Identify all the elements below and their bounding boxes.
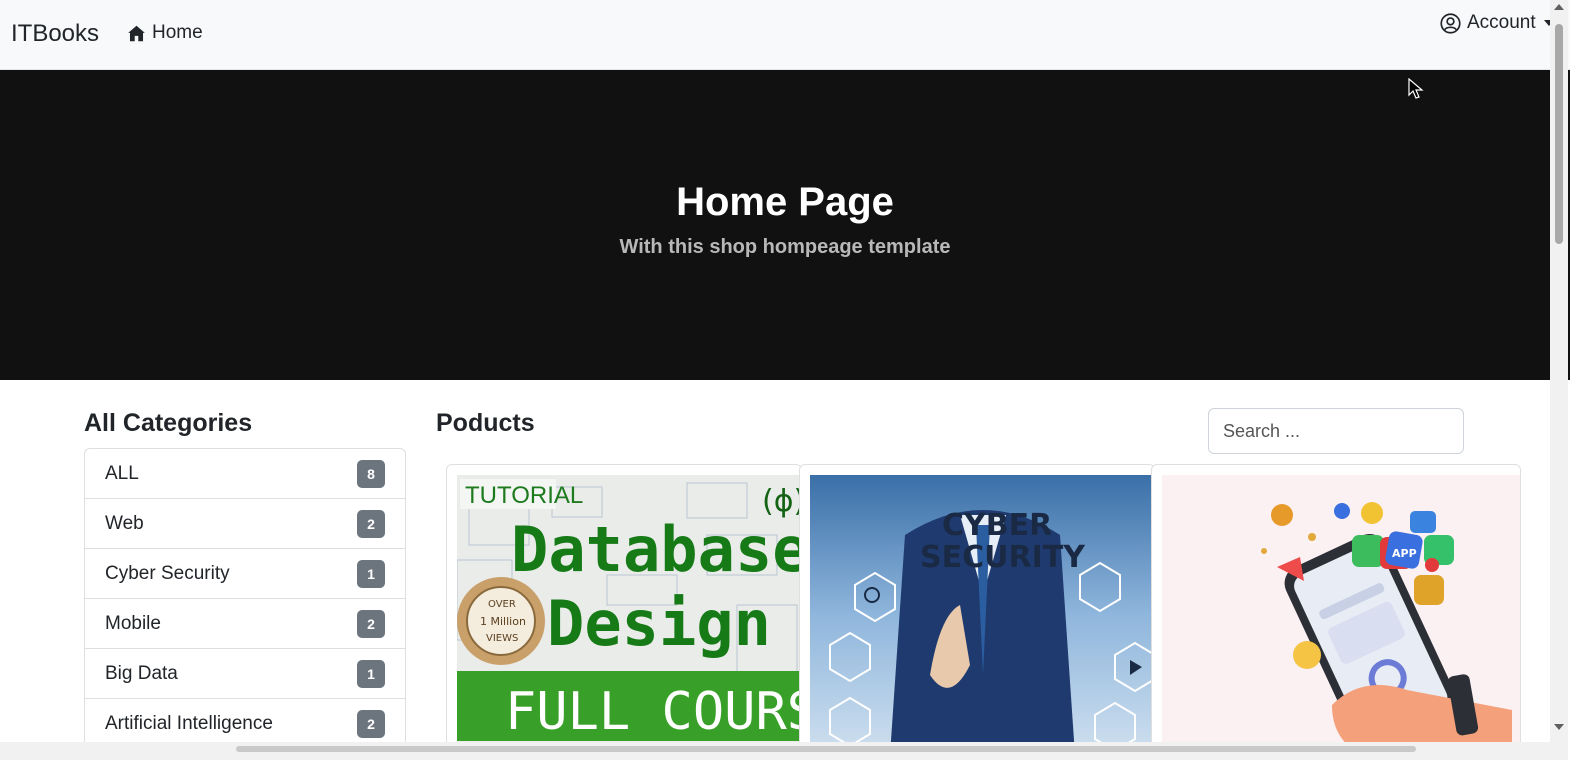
category-label: Artificial Intelligence (105, 713, 273, 734)
navbar: ITBooks Home Account (0, 0, 1570, 70)
category-item-all[interactable]: ALL 8 (85, 449, 405, 499)
badge-over-text: OVER (488, 599, 516, 610)
product-card-cyber-security[interactable]: CYBER SECURITY (799, 464, 1155, 754)
products-title: Poducts (436, 409, 535, 437)
database-text: Database (511, 513, 801, 586)
badge-views-text: VIEWS (486, 633, 518, 644)
full-course-text: FULL COURSE (505, 682, 801, 742)
user-circle-icon (1440, 12, 1461, 34)
category-item-cyber-security[interactable]: Cyber Security 1 (85, 549, 405, 599)
horizontal-scrollbar-thumb[interactable] (236, 746, 1416, 752)
hero-banner: Home Page With this shop hompeage templa… (0, 70, 1570, 380)
account-label: Account (1467, 12, 1536, 33)
nav-home-label: Home (152, 22, 203, 43)
count-badge: 1 (357, 659, 385, 688)
horizontal-scrollbar[interactable] (0, 742, 1568, 760)
gear-icon (1271, 504, 1293, 526)
category-label: Mobile (105, 612, 161, 634)
search-input[interactable] (1208, 408, 1464, 454)
count-badge: 8 (357, 459, 385, 488)
brand-link[interactable]: ITBooks (11, 20, 99, 48)
category-list: ALL 8 Web 2 Cyber Security 1 Mobile 2 Bi… (84, 448, 406, 750)
count-badge: 2 (357, 509, 385, 538)
count-badge: 2 (357, 609, 385, 638)
category-label: Big Data (105, 662, 178, 684)
scroll-down-arrow-icon[interactable] (1554, 724, 1564, 730)
category-label: Cyber Security (105, 562, 230, 584)
category-item-mobile[interactable]: Mobile 2 (85, 599, 405, 649)
hero-title: Home Page (676, 180, 894, 224)
vertical-scrollbar[interactable] (1550, 0, 1568, 742)
category-label: ALL (105, 462, 139, 484)
app-icon-text: APP (1392, 547, 1417, 560)
count-badge: 1 (357, 559, 385, 588)
scrollbar-thumb[interactable] (1555, 24, 1563, 244)
product-card-database-design[interactable]: TUTORIAL (ɸ) Database OVER 1 Million VIE… (446, 464, 802, 754)
category-label: Web (105, 512, 144, 534)
count-badge: 2 (357, 710, 385, 738)
product-card-mobile[interactable]: APP (1151, 464, 1521, 754)
categories-title: All Categories (84, 409, 253, 437)
product-image: APP (1162, 475, 1520, 753)
category-item-big-data[interactable]: Big Data 1 (85, 649, 405, 699)
coin-icon (1293, 641, 1321, 669)
nav-home-link[interactable]: Home (127, 22, 203, 44)
security-text: SECURITY (920, 540, 1086, 575)
product-image: CYBER SECURITY (810, 475, 1154, 753)
design-text: Design (547, 587, 771, 660)
product-image: TUTORIAL (ɸ) Database OVER 1 Million VIE… (457, 475, 801, 753)
account-dropdown[interactable]: Account (1440, 12, 1554, 34)
home-icon (128, 25, 145, 41)
cyber-text: CYBER (942, 508, 1052, 543)
tutorial-text: TUTORIAL (465, 482, 583, 509)
category-item-web[interactable]: Web 2 (85, 499, 405, 549)
scroll-up-arrow-icon[interactable] (1554, 4, 1564, 10)
hero-subtitle: With this shop hompeage template (619, 236, 951, 258)
mouse-cursor-icon (1408, 78, 1424, 99)
badge-million-text: 1 Million (480, 615, 526, 628)
